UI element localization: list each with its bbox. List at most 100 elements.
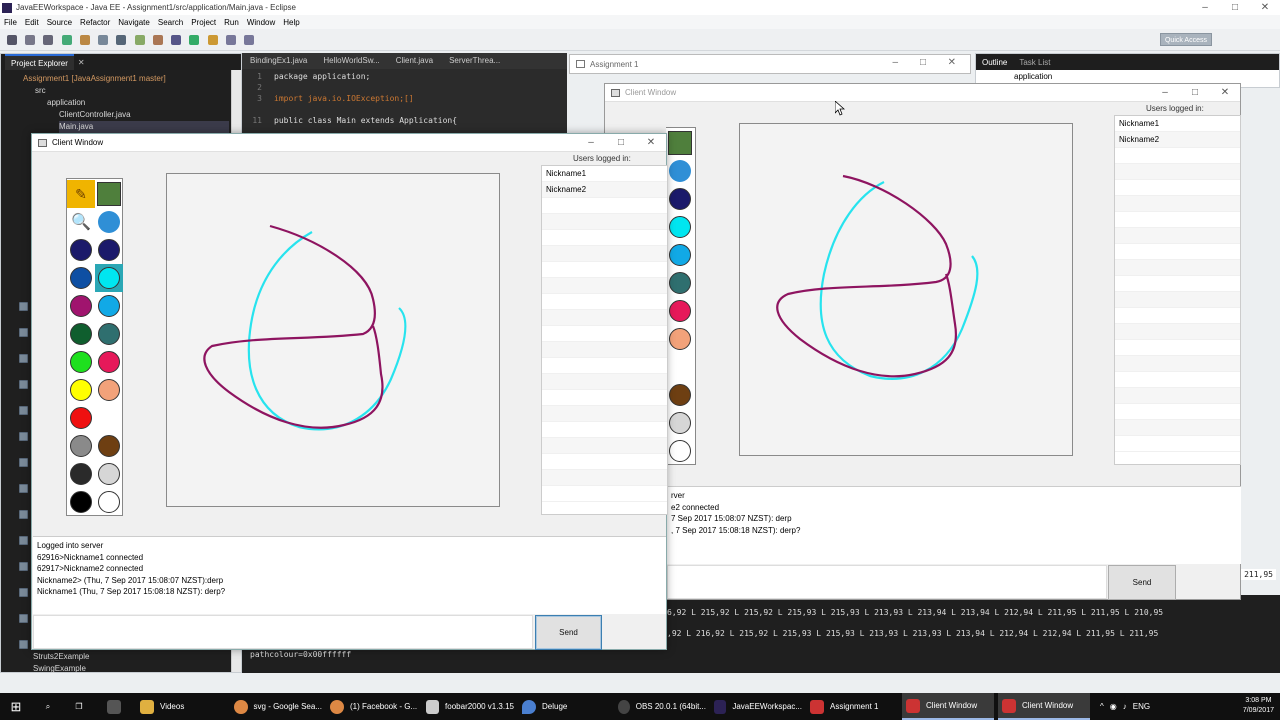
maximize-icon[interactable]: □ [1180,84,1210,102]
taskbar-eclipse[interactable]: JavaEEWorkspac... [710,693,802,720]
tab-bindingex1[interactable]: BindingEx1.java [242,53,315,69]
taskbar-client-window-1[interactable]: Client Window [902,693,994,720]
tab-serverthread[interactable]: ServerThrea... [441,53,508,69]
color-swatch-7[interactable] [70,323,92,345]
taskbar-chrome-svg[interactable]: svg - Google Sea... [230,693,322,720]
open-task-icon[interactable] [152,35,163,45]
user-row[interactable]: Nickname2 [542,182,667,198]
menu-help[interactable]: Help [283,18,299,27]
tree-item-package[interactable]: application [47,97,85,109]
minimize-icon[interactable]: – [576,134,606,152]
color-swatch[interactable] [669,440,691,462]
taskbar-deluge[interactable]: Deluge [518,693,610,720]
close-icon[interactable]: ✕ [948,57,956,68]
taskbar-client-window-2[interactable]: Client Window [998,693,1090,720]
menu-file[interactable]: File [4,18,17,27]
close-icon[interactable]: ✕ [1210,84,1240,102]
color-swatch-4-selected[interactable] [98,267,120,289]
forward-icon[interactable] [244,35,255,45]
explorer-button[interactable] [100,693,128,720]
language-indicator[interactable]: ENG [1133,702,1150,711]
color-swatch-13[interactable] [70,407,92,429]
users-list[interactable]: Nickname1 Nickname2 [541,165,668,515]
close-icon[interactable]: ✕ [636,134,666,152]
tab-task-list[interactable]: Task List [1013,58,1056,67]
menu-search[interactable]: Search [158,18,183,27]
menu-run[interactable]: Run [224,18,239,27]
color-swatch-8[interactable] [98,323,120,345]
close-tab-icon[interactable]: ✕ [78,58,85,67]
build-icon[interactable] [98,35,109,45]
color-swatch[interactable] [669,328,691,350]
search-icon[interactable] [116,35,127,45]
taskbar-obs[interactable]: OBS 20.0.1 (64bit... [614,693,706,720]
refresh-icon[interactable] [98,211,120,233]
quick-access-field[interactable]: Quick Access [1160,33,1212,46]
start-button[interactable]: ⊞ [0,693,32,720]
color-swatch-3[interactable] [70,267,92,289]
save-icon[interactable] [668,131,692,155]
refresh-icon[interactable] [669,160,691,182]
tab-outline[interactable]: Outline [976,58,1013,67]
save-icon[interactable] [97,182,121,206]
message-input-back[interactable] [667,565,1107,599]
menu-edit[interactable]: Edit [25,18,39,27]
minimize-icon[interactable]: – [892,57,898,68]
color-swatch-17[interactable] [70,463,92,485]
taskbar-videos[interactable]: Videos [136,693,228,720]
project-explorer-tab[interactable]: Project Explorer ✕ [1,54,241,70]
color-swatch-1[interactable] [70,239,92,261]
color-swatch-15[interactable] [70,435,92,457]
tree-item-swingexample[interactable]: SwingExample [33,663,86,675]
send-button-back[interactable]: Send [1108,565,1176,600]
tab-helloworldsw[interactable]: HelloWorldSw... [315,53,387,69]
chevron-up-icon[interactable]: ^ [1100,702,1104,711]
drawing-canvas-back[interactable] [739,123,1073,456]
new-icon[interactable] [7,35,17,45]
color-swatch-2[interactable] [98,239,120,261]
annotation-icon[interactable] [171,35,182,45]
color-swatch-12[interactable] [98,379,120,401]
color-swatch-19[interactable] [70,491,92,513]
menu-project[interactable]: Project [191,18,216,27]
tree-item-main[interactable]: Main.java [59,121,229,133]
network-icon[interactable]: ◉ [1110,702,1117,711]
color-swatch[interactable] [669,244,691,266]
message-input[interactable] [33,615,533,649]
run-icon[interactable] [61,35,72,45]
tree-item-struts2example[interactable]: Struts2Example [33,651,89,663]
users-list-back[interactable]: Nickname1 Nickname2 [1114,115,1241,465]
color-swatch-20[interactable] [98,491,120,513]
minimize-icon[interactable]: – [1150,84,1180,102]
clock[interactable]: 3:08 PM 7/09/2017 [1243,696,1274,716]
send-button[interactable]: Send [535,615,602,650]
menu-refactor[interactable]: Refactor [80,18,110,27]
color-swatch-6[interactable] [98,295,120,317]
taskbar-assignment[interactable]: Assignment 1 [806,693,898,720]
volume-icon[interactable]: ♪ [1123,702,1127,711]
close-icon[interactable]: ✕ [1250,0,1280,15]
pencil-tool[interactable]: ✎ [67,180,95,208]
maximize-icon[interactable]: □ [606,134,636,152]
outline-item[interactable]: application [976,70,1279,81]
user-row[interactable]: Nickname1 [542,166,667,182]
menu-navigate[interactable]: Navigate [118,18,150,27]
save-icon[interactable] [25,35,36,45]
tree-item-project[interactable]: Assignment1 [JavaAssignment1 master] [23,73,166,85]
run-as-icon[interactable] [189,35,200,45]
search-button[interactable]: ⌕ [34,693,62,720]
external-tools-icon[interactable] [207,35,218,45]
assignment-window-titlebar[interactable]: Assignment 1 – □ ✕ [569,54,971,74]
taskbar-chrome-facebook[interactable]: (1) Facebook - G... [326,693,418,720]
color-swatch[interactable] [669,216,691,238]
color-swatch[interactable] [669,412,691,434]
user-row[interactable]: Nickname1 [1115,116,1240,132]
minimize-icon[interactable]: – [1190,0,1220,15]
task-view-button[interactable]: ❐ [64,693,94,720]
tree-item-clientcontroller[interactable]: ClientController.java [59,109,131,121]
code-area[interactable]: 1 package application; 2 3 import java.i… [242,69,567,133]
menu-window[interactable]: Window [247,18,275,27]
maximize-icon[interactable]: □ [1220,0,1250,15]
color-swatch-16[interactable] [98,435,120,457]
tree-item-src[interactable]: src [35,85,46,97]
